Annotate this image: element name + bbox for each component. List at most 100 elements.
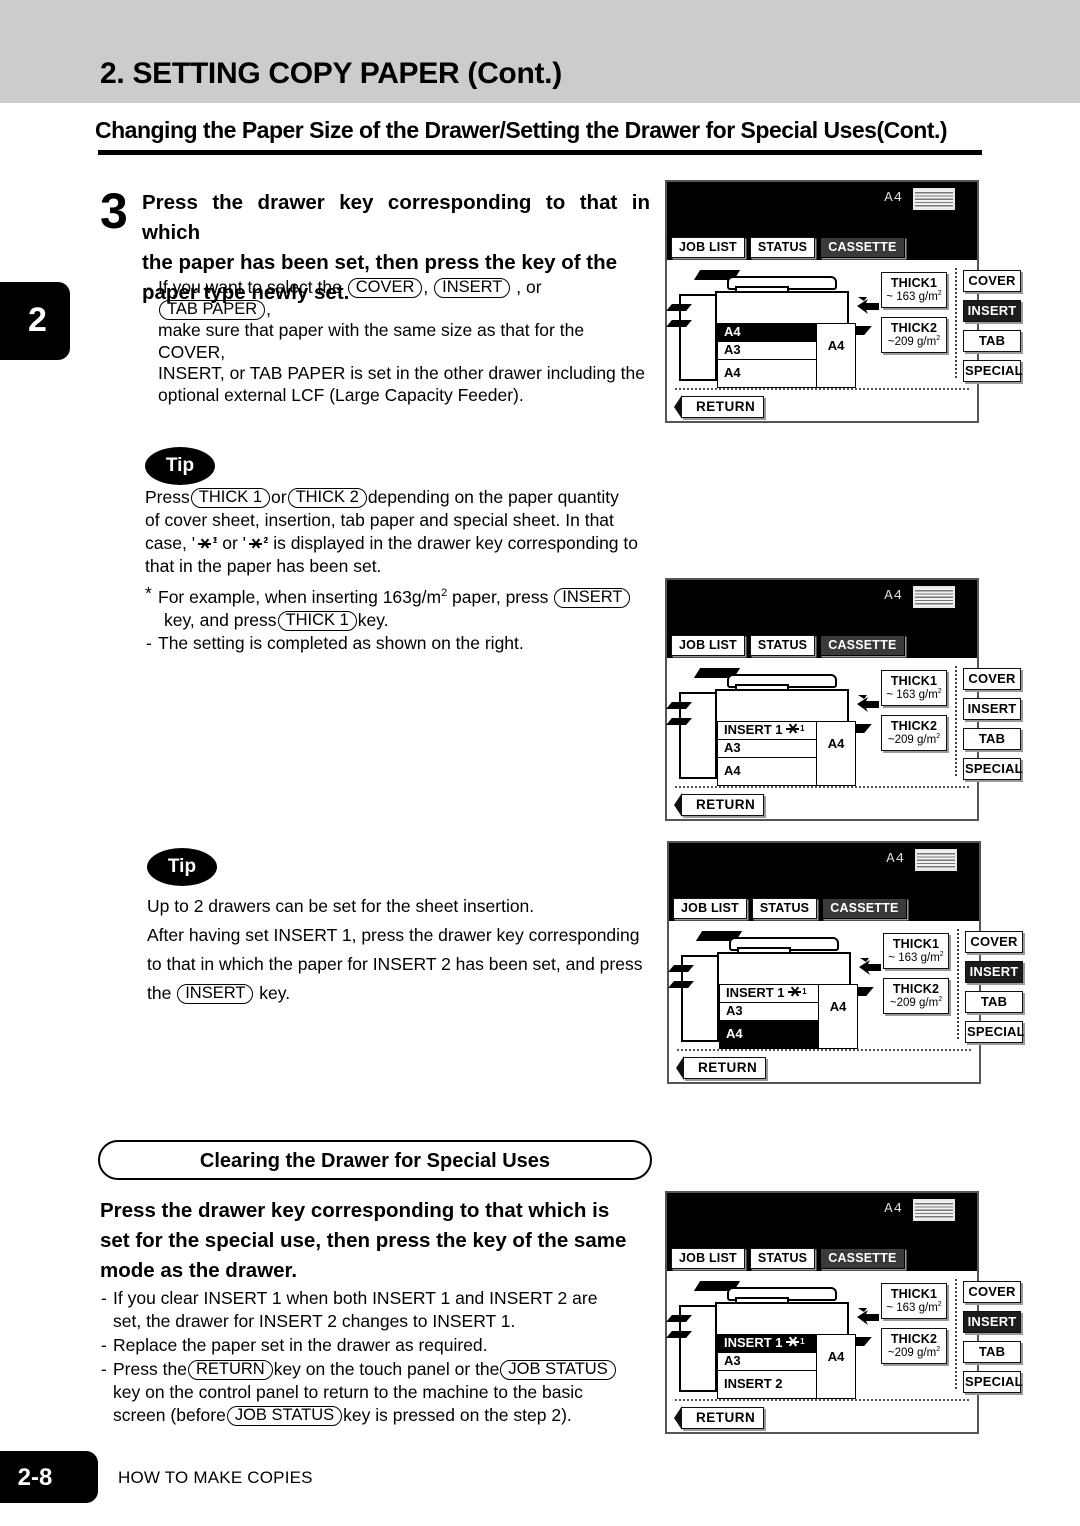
lcd-drawer-key[interactable]: A4 — [717, 359, 817, 388]
clearing-note-1: If you clear INSERT 1 when both INSERT 1… — [100, 1287, 655, 1333]
lcd-key-thick2[interactable]: THICK2 ~209 g/m2 — [881, 316, 947, 353]
lcd-tab-job-list[interactable]: JOB LIST — [671, 1248, 745, 1269]
lcd-key-thick1[interactable]: THICK1 ~ 163 g/m2 — [881, 1283, 947, 1319]
lcd-return-button[interactable]: RETURN — [673, 793, 765, 817]
bypass-tray-size: A4 — [816, 1334, 856, 1399]
lcd-tab-cassette[interactable]: CASSETTE — [820, 635, 905, 656]
lcd-key-cover[interactable]: COVER — [963, 668, 1021, 690]
step3-note-1: If you want to select the COVER, INSERT … — [145, 277, 650, 406]
lcd-return-button[interactable]: RETURN — [673, 395, 765, 419]
lcd-tab-status[interactable]: STATUS — [749, 635, 816, 656]
lcd-key-thick1[interactable]: THICK1 ~ 163 g/m2 — [883, 933, 949, 969]
bypass-tray-size: A4 — [816, 323, 856, 388]
lcd-drawer-key[interactable]: INSERT 2 — [717, 1370, 817, 1399]
lcd-tab-cassette[interactable]: CASSETTE — [820, 237, 905, 258]
bypass-tray-size: A4 — [816, 721, 856, 786]
lcd-key-insert[interactable]: INSERT — [963, 300, 1021, 322]
clearing-note3-b: key on the touch panel or the — [273, 1359, 500, 1379]
step-heading-line2: the paper has been set, then press the k… — [142, 251, 618, 274]
mode-key-column: COVER INSERT TAB SPECIAL — [965, 931, 1025, 1051]
paper-stack-icon — [913, 188, 955, 210]
lcd-key-cover[interactable]: COVER — [963, 1281, 1021, 1303]
lcd-key-tab[interactable]: TAB — [963, 1341, 1021, 1363]
note-text-a: If you want to select the — [158, 277, 342, 297]
lcd-tab-bar: JOB LIST STATUS CASSETTE — [673, 898, 907, 919]
lcd-key-thick1[interactable]: THICK1 ~ 163 g/m2 — [881, 272, 947, 308]
lcd-tab-status[interactable]: STATUS — [749, 1248, 816, 1269]
lcd-status-bar: A4 JOB LIST STATUS CASSETTE — [667, 182, 977, 260]
drawer-stack: A4 A3 A4 A4 — [717, 323, 856, 388]
lcd-key-special[interactable]: SPECIAL — [963, 1371, 1023, 1393]
tip1-l3b: ' or ' — [214, 533, 246, 553]
lcd-drawer-key[interactable]: INSERT 11 — [717, 721, 817, 740]
thickness-key-column: THICK1 ~ 163 g/m2 THICK2 ~209 g/m2 — [883, 933, 949, 1023]
clearing-note3-l3b: key is pressed on the step 2). — [343, 1405, 572, 1425]
lcd-key-insert[interactable]: INSERT — [965, 961, 1023, 983]
step-number: 3 — [100, 183, 128, 239]
lcd-paper-size-label: A4 — [886, 851, 905, 867]
lcd-drawer-key[interactable]: INSERT 11 — [719, 984, 819, 1003]
lcd-key-special[interactable]: SPECIAL — [963, 758, 1023, 780]
lcd-return-button[interactable]: RETURN — [675, 1056, 767, 1080]
lcd-key-insert[interactable]: INSERT — [963, 1311, 1021, 1333]
lcd-key-tab[interactable]: TAB — [963, 728, 1021, 750]
lcd-key-thick2[interactable]: THICK2 ~209 g/m2 — [883, 977, 949, 1014]
lcd-drawer-key[interactable]: A4 — [719, 1020, 819, 1049]
thickness-mark-1-icon: 1 — [198, 536, 217, 551]
clearing-note-2: Replace the paper set in the drawer as r… — [100, 1334, 655, 1357]
lcd-paper-size-label: A4 — [884, 588, 903, 604]
thickness-mark-2-icon: 2 — [249, 536, 268, 551]
lcd-drawer-key[interactable]: A4 — [717, 757, 817, 786]
lcd-key-special[interactable]: SPECIAL — [963, 360, 1023, 382]
thick-key-weight: ~209 g/m2 — [887, 732, 941, 746]
lcd-tab-bar: JOB LIST STATUS CASSETTE — [671, 635, 905, 656]
lcd-vertical-divider — [957, 929, 959, 1039]
lcd-tab-status[interactable]: STATUS — [751, 898, 818, 919]
lcd-key-thick2[interactable]: THICK2 ~209 g/m2 — [881, 1327, 947, 1364]
lcd-key-cover[interactable]: COVER — [965, 931, 1023, 953]
clearing-note1-line1: If you clear INSERT 1 when both INSERT 1… — [113, 1288, 598, 1308]
tip2-l4b: key. — [259, 983, 291, 1003]
lcd-drawer-key[interactable]: A3 — [717, 1352, 817, 1371]
clearing-note3-l3a: screen (before — [113, 1405, 226, 1425]
clearing-heading-line2: set for the special use, then press the … — [100, 1229, 627, 1252]
lcd-drawer-key[interactable]: A3 — [717, 739, 817, 758]
insert-key-reference-2: INSERT — [554, 587, 631, 608]
lcd-tab-status[interactable]: STATUS — [749, 237, 816, 258]
lcd-drawer-key[interactable]: INSERT 11 — [717, 1334, 817, 1353]
lcd-key-tab[interactable]: TAB — [963, 330, 1021, 352]
lcd-vertical-divider — [955, 268, 957, 378]
lcd-key-thick2[interactable]: THICK2 ~209 g/m2 — [881, 714, 947, 751]
tip1-l1c: depending on the paper quantity — [367, 487, 619, 507]
lcd-key-insert[interactable]: INSERT — [963, 698, 1021, 720]
lcd-key-thick1[interactable]: THICK1 ~ 163 g/m2 — [881, 670, 947, 706]
thick2-key-reference: THICK 2 — [287, 488, 367, 508]
lcd-drawer-key[interactable]: A3 — [719, 1002, 819, 1021]
lcd-return-button[interactable]: RETURN — [673, 1406, 765, 1430]
lcd-key-cover[interactable]: COVER — [963, 270, 1021, 292]
thick-key-label: THICK2 — [892, 981, 940, 996]
lcd-horizontal-divider — [675, 1399, 969, 1401]
lcd-key-special[interactable]: SPECIAL — [965, 1021, 1025, 1043]
tab-paper-key-reference: TAB PAPER — [159, 299, 266, 320]
panel-clearing: A4 JOB LIST STATUS CASSETTE INSERT 1 1 A… — [665, 1191, 1023, 1434]
clearing-note3-a: Press the — [113, 1359, 187, 1379]
insert-key-reference: INSERT — [434, 278, 511, 298]
lcd-drawer-key[interactable]: A3 — [717, 341, 817, 360]
tip1-l7-text: The setting is completed as shown on the… — [158, 632, 524, 653]
lcd-key-tab[interactable]: TAB — [965, 991, 1023, 1013]
insert-key-reference-3: INSERT — [177, 984, 254, 1004]
lcd-tab-cassette[interactable]: CASSETTE — [820, 1248, 905, 1269]
thick-key-weight: ~209 g/m2 — [887, 334, 941, 348]
tip2-line3: to that in which the paper for INSERT 2 … — [147, 954, 643, 974]
tip-badge-label-1: Tip — [165, 455, 195, 476]
lcd-tab-job-list[interactable]: JOB LIST — [673, 898, 747, 919]
lcd-tab-job-list[interactable]: JOB LIST — [671, 237, 745, 258]
thick-key-label: THICK2 — [890, 718, 938, 733]
lcd-status-bar: A4 JOB LIST STATUS CASSETTE — [669, 843, 979, 921]
lcd-tab-cassette[interactable]: CASSETTE — [822, 898, 907, 919]
lcd-tab-job-list[interactable]: JOB LIST — [671, 635, 745, 656]
paper-stack-icon — [913, 586, 955, 608]
note-text-d: , — [266, 298, 272, 319]
lcd-drawer-key[interactable]: A4 — [717, 323, 817, 342]
